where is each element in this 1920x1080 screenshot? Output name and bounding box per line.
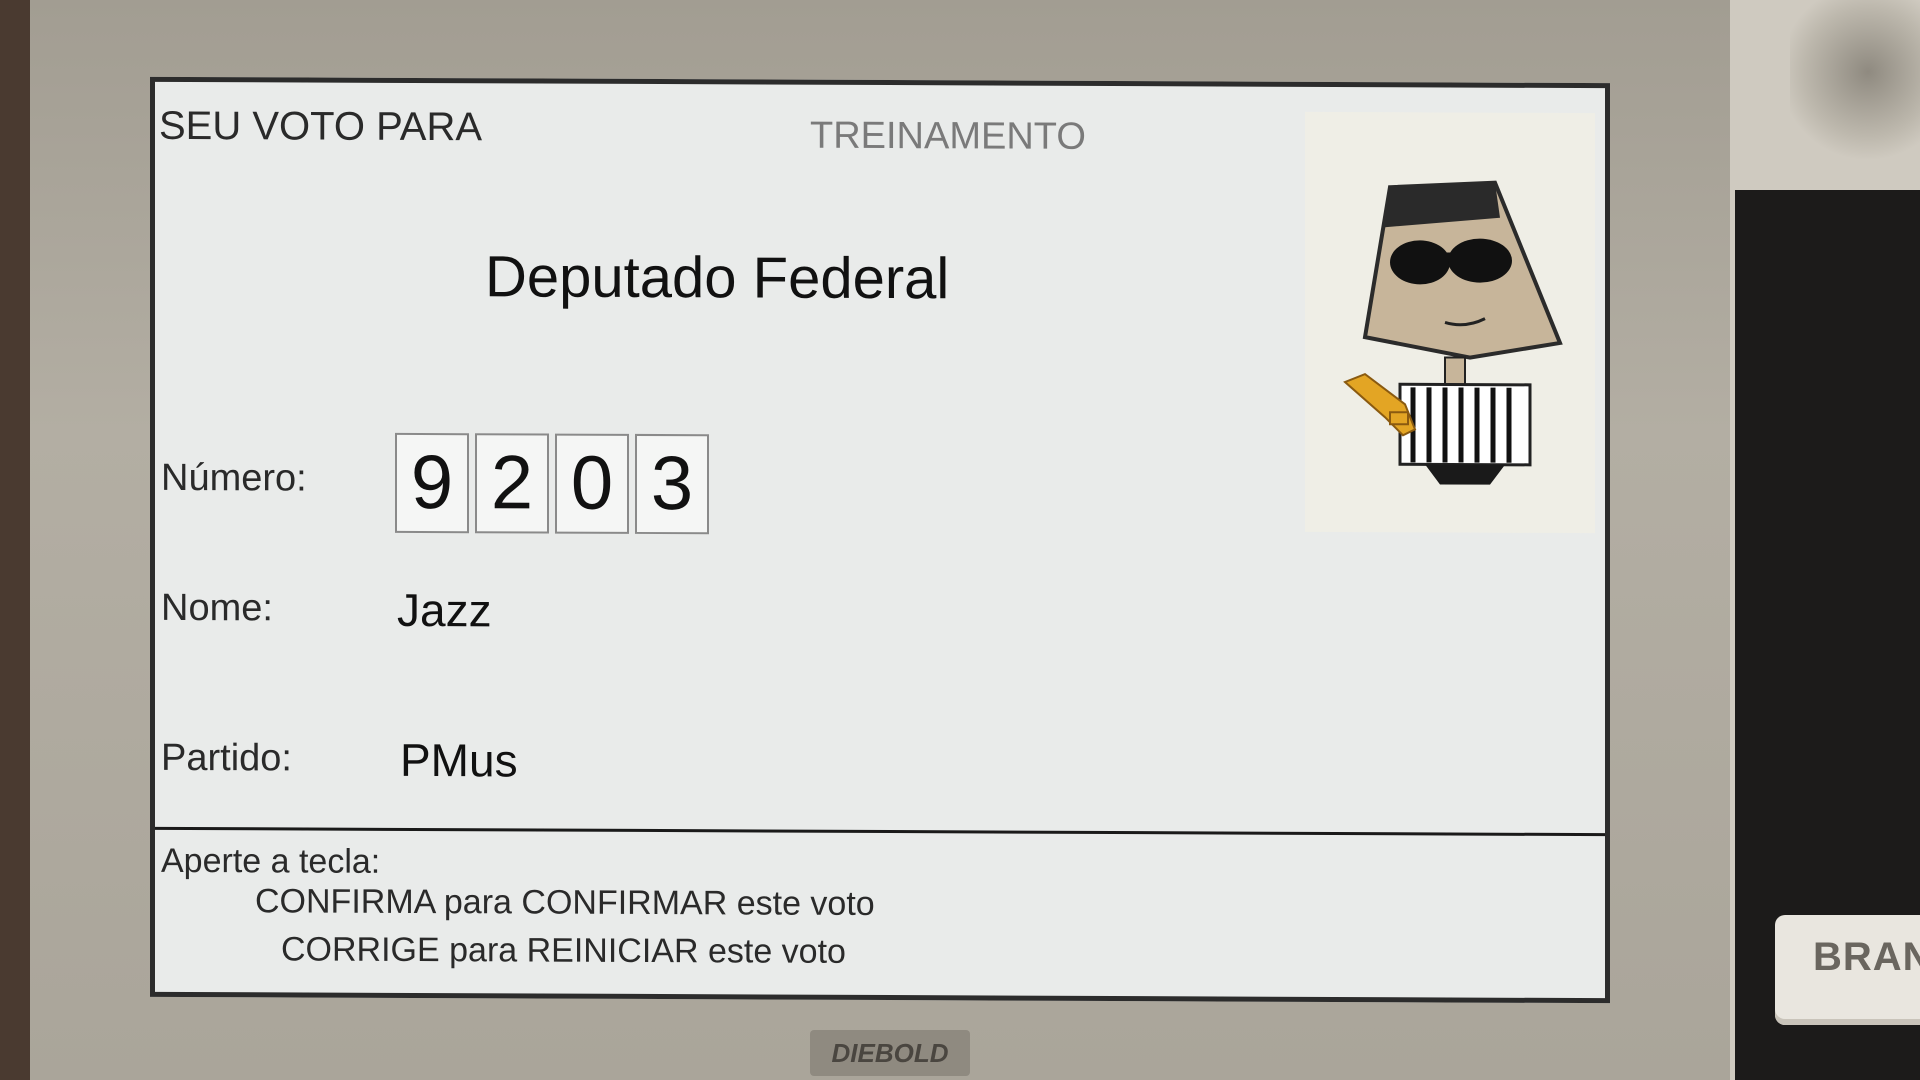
number-digit-3: 0 xyxy=(555,433,629,534)
branco-key-label: BRANC xyxy=(1813,935,1920,979)
number-digit-2: 2 xyxy=(475,433,549,534)
instruction-heading: Aperte a tecla: xyxy=(161,841,381,881)
candidate-name: Jazz xyxy=(397,583,492,637)
candidate-number: 9 2 0 3 xyxy=(395,432,709,535)
candidate-photo xyxy=(1305,111,1595,534)
coat-of-arms-icon xyxy=(1790,0,1920,160)
office-title: Deputado Federal xyxy=(485,244,950,312)
voting-screen: SEU VOTO PARA TREINAMENTO Deputado Feder… xyxy=(150,76,1610,1004)
numero-label: Número: xyxy=(161,456,307,500)
number-digit-4: 3 xyxy=(635,433,709,535)
seu-voto-para-header: SEU VOTO PARA xyxy=(159,103,483,150)
instruction-divider xyxy=(155,826,1605,837)
instruction-corrige: CORRIGE para REINICIAR este voto xyxy=(281,930,846,971)
nome-label: Nome: xyxy=(161,586,273,630)
number-digit-1: 9 xyxy=(395,432,469,534)
jazz-musician-cartoon-icon xyxy=(1343,180,1563,485)
treinamento-header: TREINAMENTO xyxy=(810,114,1086,158)
brand-logo: DIEBOLD xyxy=(810,1030,970,1076)
partido-label: Partido: xyxy=(161,736,292,780)
branco-key[interactable]: BRANC xyxy=(1775,915,1920,1025)
candidate-party: PMus xyxy=(400,733,518,787)
instruction-confirma: CONFIRMA para CONFIRMAR este voto xyxy=(255,882,875,923)
